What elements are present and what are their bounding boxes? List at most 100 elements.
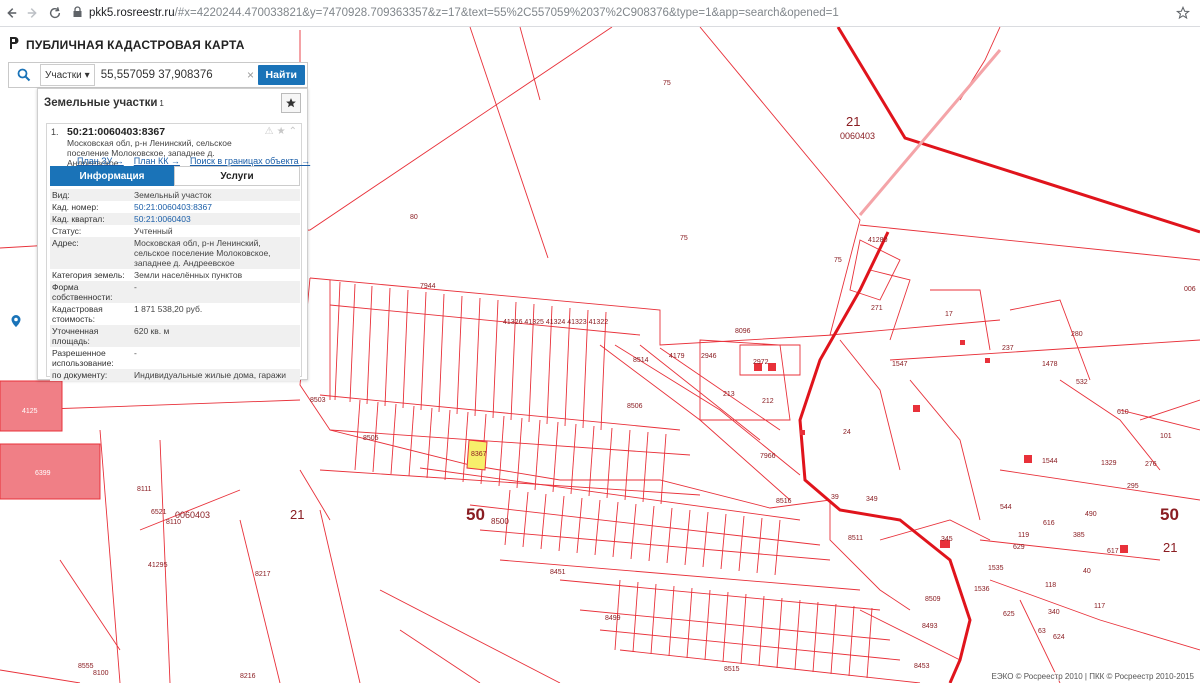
parcel-label: 345 — [941, 536, 953, 543]
parcel-label: 8217 — [255, 571, 271, 578]
region-label: 50 — [466, 505, 485, 524]
parcel-label: 75 — [663, 80, 671, 87]
parcel-label: 6399 — [35, 470, 51, 477]
url-text: pkk5.rosreestr.ru/#x=4220244.470033821&y… — [89, 7, 839, 19]
property-key: Статус: — [52, 226, 82, 236]
parcel-label: 8111 — [137, 486, 152, 493]
property-value-link[interactable]: 50:21:0060403 — [134, 214, 298, 224]
tab-services[interactable]: Услуги — [174, 166, 300, 186]
tab-information[interactable]: Информация — [50, 166, 174, 186]
parcel-label: 617 — [1107, 548, 1119, 555]
parcel-label: 280 — [1071, 331, 1083, 338]
property-row: Форма собственности: - — [50, 281, 300, 303]
parcel-label: 8493 — [922, 623, 938, 630]
district-label: 21 — [1163, 540, 1177, 555]
search-bar: Участки ▾ × Найти — [8, 62, 308, 88]
parcel-label: 39 — [831, 494, 839, 501]
district-label: 21 — [846, 114, 860, 129]
parcel-label: 41326 41325 41324 41323 41322 — [503, 319, 608, 326]
parcel-label: 7944 — [420, 283, 436, 290]
parcel-label: 2972 — [753, 359, 769, 366]
results-count: 1 — [159, 98, 164, 108]
parcel-label: 75 — [680, 235, 688, 242]
parcel-label: 8505 — [363, 435, 379, 442]
address-bar[interactable]: pkk5.rosreestr.ru/#x=4220244.470033821&y… — [72, 2, 1164, 24]
search-in-bounds-link[interactable]: Поиск в границах объекта → — [190, 156, 310, 166]
find-button[interactable]: Найти — [257, 65, 305, 85]
parcel-label: 75 — [834, 257, 842, 264]
property-value: Земли населённых пунктов — [134, 270, 243, 280]
search-icon[interactable] — [9, 63, 39, 87]
property-value: - — [134, 282, 137, 292]
parcel-label: 213 — [723, 391, 735, 398]
parcel-label: 119 — [1018, 532, 1029, 539]
parcel-label: 8515 — [724, 666, 740, 673]
property-key: Адрес: — [52, 238, 79, 248]
property-key: Форма собственности: — [52, 282, 113, 302]
back-arrow-icon[interactable] — [0, 2, 22, 24]
property-row: Разрешенное использование: - — [50, 347, 300, 369]
region-label: 50 — [1160, 505, 1179, 524]
parcel-label: 8503 — [310, 397, 326, 404]
parcel-label: 212 — [762, 398, 774, 405]
app-title: ПУБЛИЧНАЯ КАДАСТРОВАЯ КАРТА — [26, 37, 245, 52]
clear-search-icon[interactable]: × — [244, 68, 258, 82]
property-key: Кад. квартал: — [52, 214, 105, 224]
parcel-label: 63 — [1038, 628, 1046, 635]
property-row: Кад. номер: 50:21:0060403:8367 — [50, 201, 300, 213]
lock-icon — [72, 5, 83, 21]
parcel-label: 1535 — [988, 565, 1004, 572]
parcel-label: 8555 — [78, 663, 94, 670]
star-icon — [286, 98, 296, 108]
warning-icon[interactable]: ⚠ — [265, 126, 274, 137]
search-input[interactable] — [94, 64, 244, 86]
property-key: Кадастровая стоимость: — [52, 304, 103, 324]
results-title: Земельные участки — [44, 97, 158, 109]
url-path: /#x=4220244.470033821&y=7470928.70936335… — [174, 7, 839, 19]
reload-icon[interactable] — [44, 2, 66, 24]
plan-zu-link[interactable]: План ЗУ → — [77, 156, 124, 166]
property-row: Кадастровая стоимость: 1 871 538,20 руб. — [50, 303, 300, 325]
parcel-label: 1544 — [1042, 458, 1058, 465]
parcel-label: 237 — [1002, 345, 1014, 352]
parcel-label: 8516 — [776, 498, 792, 505]
property-row: Адрес: Московская обл, р-н Ленинский, сел… — [50, 237, 300, 269]
results-panel: Земельные участки 1 1. 50:21:0060403:836… — [37, 88, 310, 381]
locate-icon[interactable] — [7, 312, 25, 330]
search-type-dropdown[interactable]: Участки ▾ — [40, 64, 95, 86]
parcel-label: 4179 — [669, 353, 685, 360]
result-cad-number[interactable]: 50:21:0060403:8367 — [67, 126, 165, 138]
parcel-label: 8451 — [550, 569, 566, 576]
search-type-label: Участки — [45, 69, 82, 81]
result-links: План ЗУ → План КК → Поиск в границах объ… — [77, 156, 310, 166]
star-icon[interactable]: ★ — [277, 126, 286, 137]
parcel-label: 616 — [1043, 520, 1055, 527]
chevron-up-icon[interactable]: ⌃ — [289, 126, 297, 137]
parcel-label: 8511 — [848, 535, 863, 542]
browser-toolbar: pkk5.rosreestr.ru/#x=4220244.470033821&y… — [0, 0, 1200, 27]
bookmark-star-icon[interactable] — [1172, 2, 1194, 24]
parcel-label: 340 — [1048, 609, 1060, 616]
parcel-label: 8499 — [605, 615, 621, 622]
property-key: Категория земель: — [52, 270, 125, 280]
property-value-link[interactable]: 50:21:0060403:8367 — [134, 202, 298, 212]
parcel-label: 544 — [1000, 504, 1012, 511]
parcel-label: 349 — [866, 496, 878, 503]
parcel-label: 8110 — [166, 519, 181, 526]
parcel-label: 532 — [1076, 379, 1088, 386]
property-value: - — [134, 348, 137, 358]
parcel-label: 7966 — [760, 453, 776, 460]
parcel-label: 6521 — [151, 509, 167, 516]
property-value: Учтенный — [134, 226, 173, 236]
properties-table: Вид: Земельный участок Кад. номер: 50:21:0… — [50, 189, 300, 381]
property-key: Кад. номер: — [52, 202, 99, 212]
result-card[interactable]: 1. 50:21:0060403:8367 Московская обл, р-… — [46, 123, 310, 381]
property-value: Земельный участок — [134, 190, 212, 200]
parcel-label: 276 — [1145, 461, 1157, 468]
forward-arrow-icon[interactable] — [22, 2, 44, 24]
parcel-label: 1478 — [1042, 361, 1058, 368]
favorite-star-button[interactable] — [281, 93, 301, 113]
plan-kk-link[interactable]: План КК → — [134, 156, 180, 166]
parcel-label: 17 — [945, 311, 953, 318]
property-value: 1 871 538,20 руб. — [134, 304, 203, 314]
